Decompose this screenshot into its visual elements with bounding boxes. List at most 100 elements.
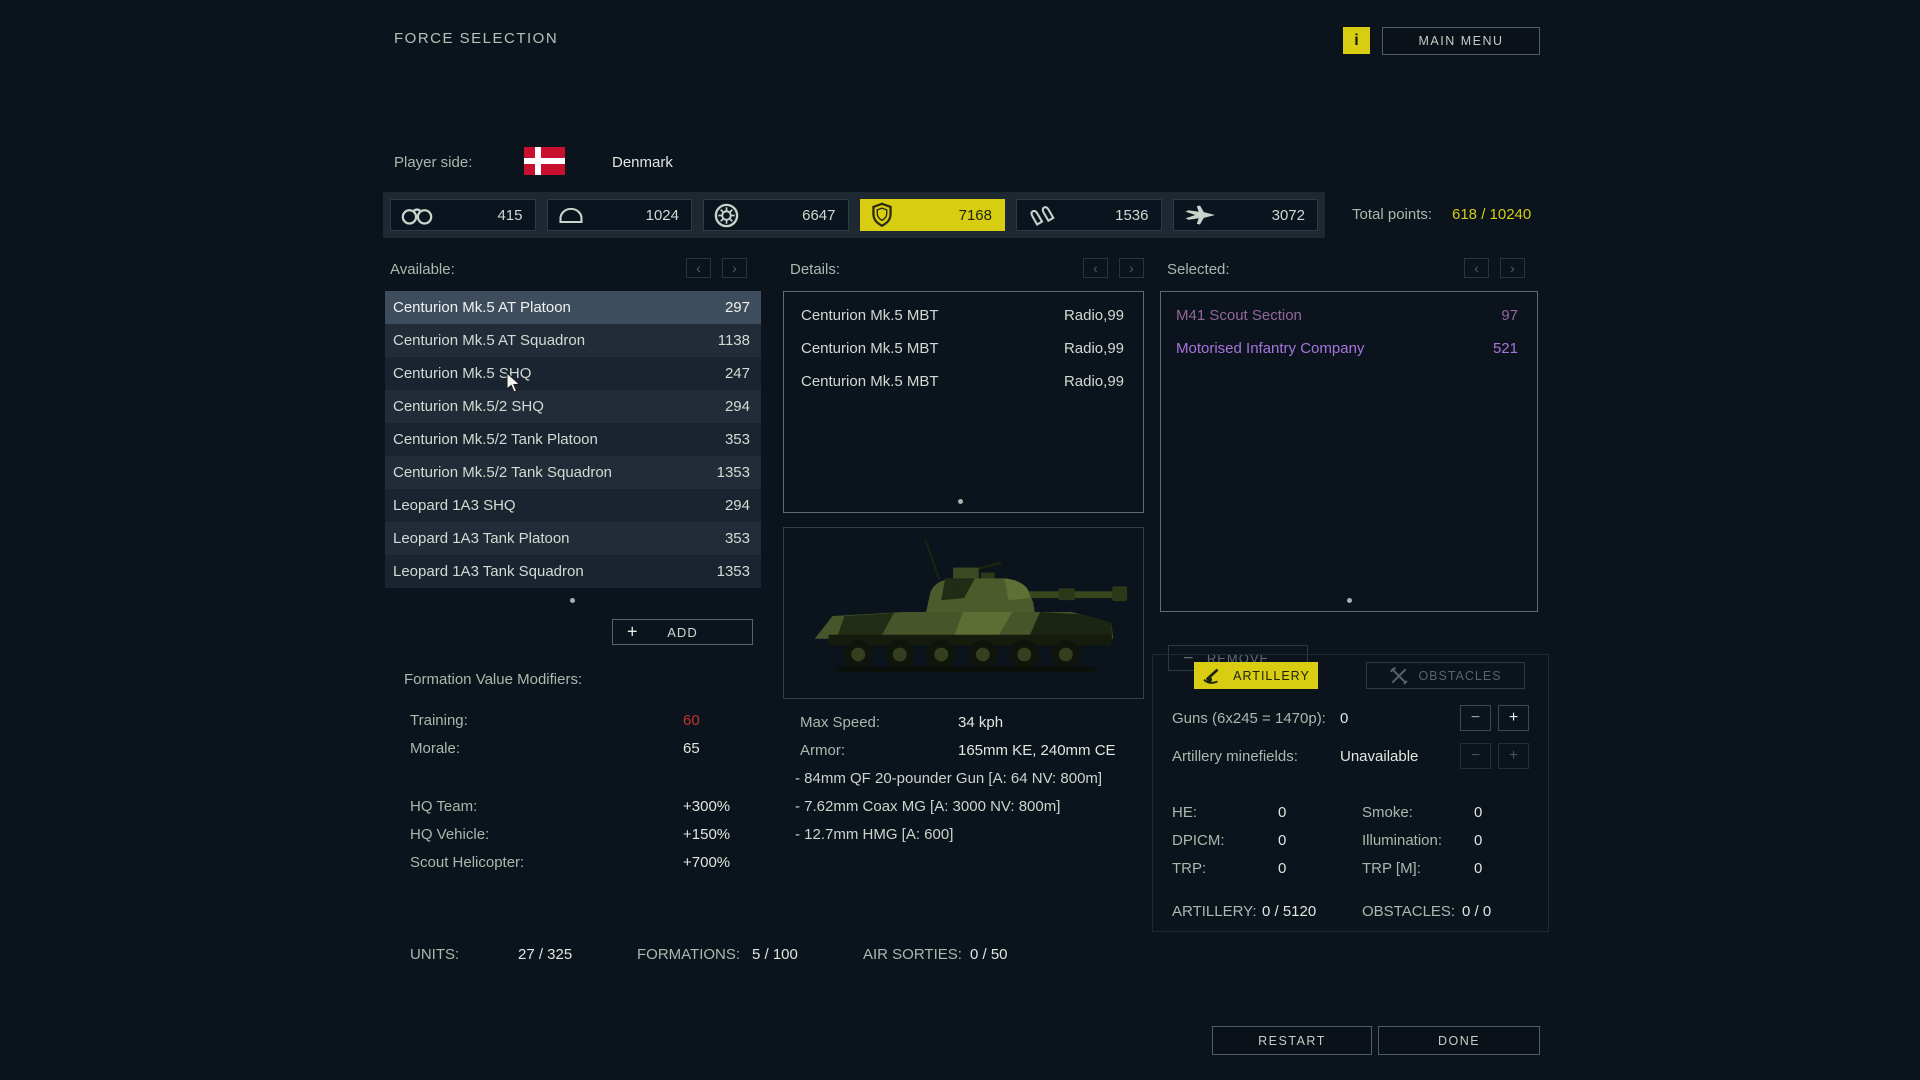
selected-prev-button[interactable]: ‹ bbox=[1464, 258, 1489, 278]
unit-name: Leopard 1A3 SHQ bbox=[393, 497, 516, 514]
category-infantry[interactable]: 1024 bbox=[547, 199, 693, 231]
air-sorties-value: 0 / 50 bbox=[970, 946, 1008, 963]
chevron-left-icon: ‹ bbox=[1093, 260, 1098, 276]
category-shells[interactable]: 1536 bbox=[1016, 199, 1162, 231]
unit-cost: 297 bbox=[725, 299, 750, 316]
detail-row[interactable]: Centurion Mk.5 MBT Radio,99 bbox=[784, 365, 1143, 398]
unit-cost: 1353 bbox=[717, 464, 750, 481]
support-panel bbox=[1152, 654, 1549, 932]
minefields-decrement-button[interactable]: − bbox=[1460, 743, 1491, 769]
selected-page-indicator bbox=[1347, 598, 1352, 603]
unit-cost: 1138 bbox=[718, 332, 750, 349]
artillery-total-label: ARTILLERY: bbox=[1172, 903, 1257, 920]
list-item[interactable]: Centurion Mk.5 AT Squadron 1138 bbox=[385, 324, 761, 357]
list-item[interactable]: Leopard 1A3 Tank Squadron 1353 bbox=[385, 555, 761, 588]
trp-label: TRP: bbox=[1172, 860, 1206, 877]
units-value: 27 / 325 bbox=[518, 946, 572, 963]
unit-cost: 294 bbox=[725, 398, 750, 415]
tab-obstacles[interactable]: OBSTACLES bbox=[1366, 662, 1525, 689]
detail-row[interactable]: Centurion Mk.5 MBT Radio,99 bbox=[784, 332, 1143, 365]
modifiers-header: Formation Value Modifiers: bbox=[404, 671, 582, 688]
list-item[interactable]: Leopard 1A3 SHQ 294 bbox=[385, 489, 761, 522]
armor-shield-icon bbox=[870, 201, 894, 229]
detail-unit-name: Centurion Mk.5 MBT bbox=[801, 340, 939, 357]
total-points-label: Total points: bbox=[1352, 206, 1432, 223]
detail-row[interactable]: Centurion Mk.5 MBT Radio,99 bbox=[784, 299, 1143, 332]
selected-item[interactable]: Motorised Infantry Company 521 bbox=[1161, 332, 1537, 365]
artillery-tab-label: ARTILLERY bbox=[1233, 669, 1310, 683]
smoke-label: Smoke: bbox=[1362, 804, 1413, 821]
unit-name: M41 Scout Section bbox=[1176, 307, 1302, 324]
unit-name: Centurion Mk.5/2 Tank Platoon bbox=[393, 431, 598, 448]
category-value: 1024 bbox=[646, 207, 679, 224]
points-bar: 415 1024 6647 bbox=[383, 192, 1325, 238]
denmark-flag bbox=[524, 147, 565, 175]
chevron-right-icon: › bbox=[1129, 260, 1134, 276]
add-button[interactable]: + ADD bbox=[612, 619, 753, 645]
unit-name: Leopard 1A3 Tank Platoon bbox=[393, 530, 570, 547]
plus-icon: + bbox=[627, 622, 639, 643]
guns-value: 0 bbox=[1340, 710, 1348, 727]
recon-icon bbox=[400, 202, 434, 228]
chevron-left-icon: ‹ bbox=[696, 260, 701, 276]
minus-icon: − bbox=[1471, 709, 1480, 727]
trp-m-label: TRP [M]: bbox=[1362, 860, 1421, 877]
unit-cost: 247 bbox=[725, 365, 750, 382]
hq-vehicle-value: +150% bbox=[683, 826, 730, 843]
plus-icon: + bbox=[1509, 747, 1518, 765]
category-wheeled[interactable]: 6647 bbox=[703, 199, 849, 231]
unit-cost: 97 bbox=[1501, 307, 1518, 324]
air-sorties-label: AIR SORTIES: bbox=[863, 946, 962, 963]
hq-vehicle-label: HQ Vehicle: bbox=[410, 826, 489, 843]
detail-unit-info: Radio,99 bbox=[1064, 307, 1124, 324]
details-page-indicator bbox=[958, 499, 963, 504]
category-armor[interactable]: 7168 bbox=[860, 199, 1006, 231]
training-value: 60 bbox=[683, 712, 700, 729]
guns-increment-button[interactable]: + bbox=[1498, 705, 1529, 731]
selected-next-button[interactable]: › bbox=[1500, 258, 1525, 278]
units-label: UNITS: bbox=[410, 946, 459, 963]
available-prev-button[interactable]: ‹ bbox=[686, 258, 711, 278]
done-button[interactable]: DONE bbox=[1378, 1026, 1540, 1055]
list-item[interactable]: Centurion Mk.5 AT Platoon 297 bbox=[385, 291, 761, 324]
info-button[interactable]: i bbox=[1343, 27, 1370, 54]
list-item[interactable]: Centurion Mk.5/2 SHQ 294 bbox=[385, 390, 761, 423]
minefields-increment-button[interactable]: + bbox=[1498, 743, 1529, 769]
shells-icon bbox=[1026, 202, 1056, 229]
detail-unit-info: Radio,99 bbox=[1064, 373, 1124, 390]
hq-team-value: +300% bbox=[683, 798, 730, 815]
list-item[interactable]: Leopard 1A3 Tank Platoon 353 bbox=[385, 522, 761, 555]
unit-name: Centurion Mk.5/2 Tank Squadron bbox=[393, 464, 612, 481]
available-page-indicator bbox=[570, 598, 575, 603]
dpicm-label: DPICM: bbox=[1172, 832, 1225, 849]
illumination-value: 0 bbox=[1474, 832, 1482, 849]
formations-label: FORMATIONS: bbox=[637, 946, 740, 963]
restart-button[interactable]: RESTART bbox=[1212, 1026, 1372, 1055]
chevron-right-icon: › bbox=[1510, 260, 1515, 276]
unit-cost: 294 bbox=[725, 497, 750, 514]
category-air[interactable]: 3072 bbox=[1173, 199, 1319, 231]
armor-label: Armor: bbox=[800, 742, 845, 759]
minefields-label: Artillery minefields: bbox=[1172, 748, 1298, 765]
unit-name: Centurion Mk.5/2 SHQ bbox=[393, 398, 544, 415]
unit-name: Motorised Infantry Company bbox=[1176, 340, 1364, 357]
tab-artillery[interactable]: ARTILLERY bbox=[1194, 662, 1318, 689]
available-next-button[interactable]: › bbox=[722, 258, 747, 278]
obstacles-tools-icon bbox=[1389, 666, 1409, 686]
category-recon[interactable]: 415 bbox=[390, 199, 536, 231]
guns-decrement-button[interactable]: − bbox=[1460, 705, 1491, 731]
list-item[interactable]: Centurion Mk.5/2 Tank Platoon 353 bbox=[385, 423, 761, 456]
detail-unit-name: Centurion Mk.5 MBT bbox=[801, 307, 939, 324]
list-item[interactable]: Centurion Mk.5/2 Tank Squadron 1353 bbox=[385, 456, 761, 489]
main-menu-button[interactable]: MAIN MENU bbox=[1382, 27, 1540, 55]
weapon-line: - 7.62mm Coax MG [A: 3000 NV: 800m] bbox=[795, 798, 1060, 815]
morale-label: Morale: bbox=[410, 740, 460, 757]
smoke-value: 0 bbox=[1474, 804, 1482, 821]
selected-item[interactable]: M41 Scout Section 97 bbox=[1161, 299, 1537, 332]
max-speed-label: Max Speed: bbox=[800, 714, 880, 731]
details-next-button[interactable]: › bbox=[1119, 258, 1144, 278]
details-header: Details: bbox=[790, 261, 840, 278]
list-item[interactable]: Centurion Mk.5 SHQ 247 bbox=[385, 357, 761, 390]
details-prev-button[interactable]: ‹ bbox=[1083, 258, 1108, 278]
tank-illustration bbox=[784, 528, 1143, 698]
